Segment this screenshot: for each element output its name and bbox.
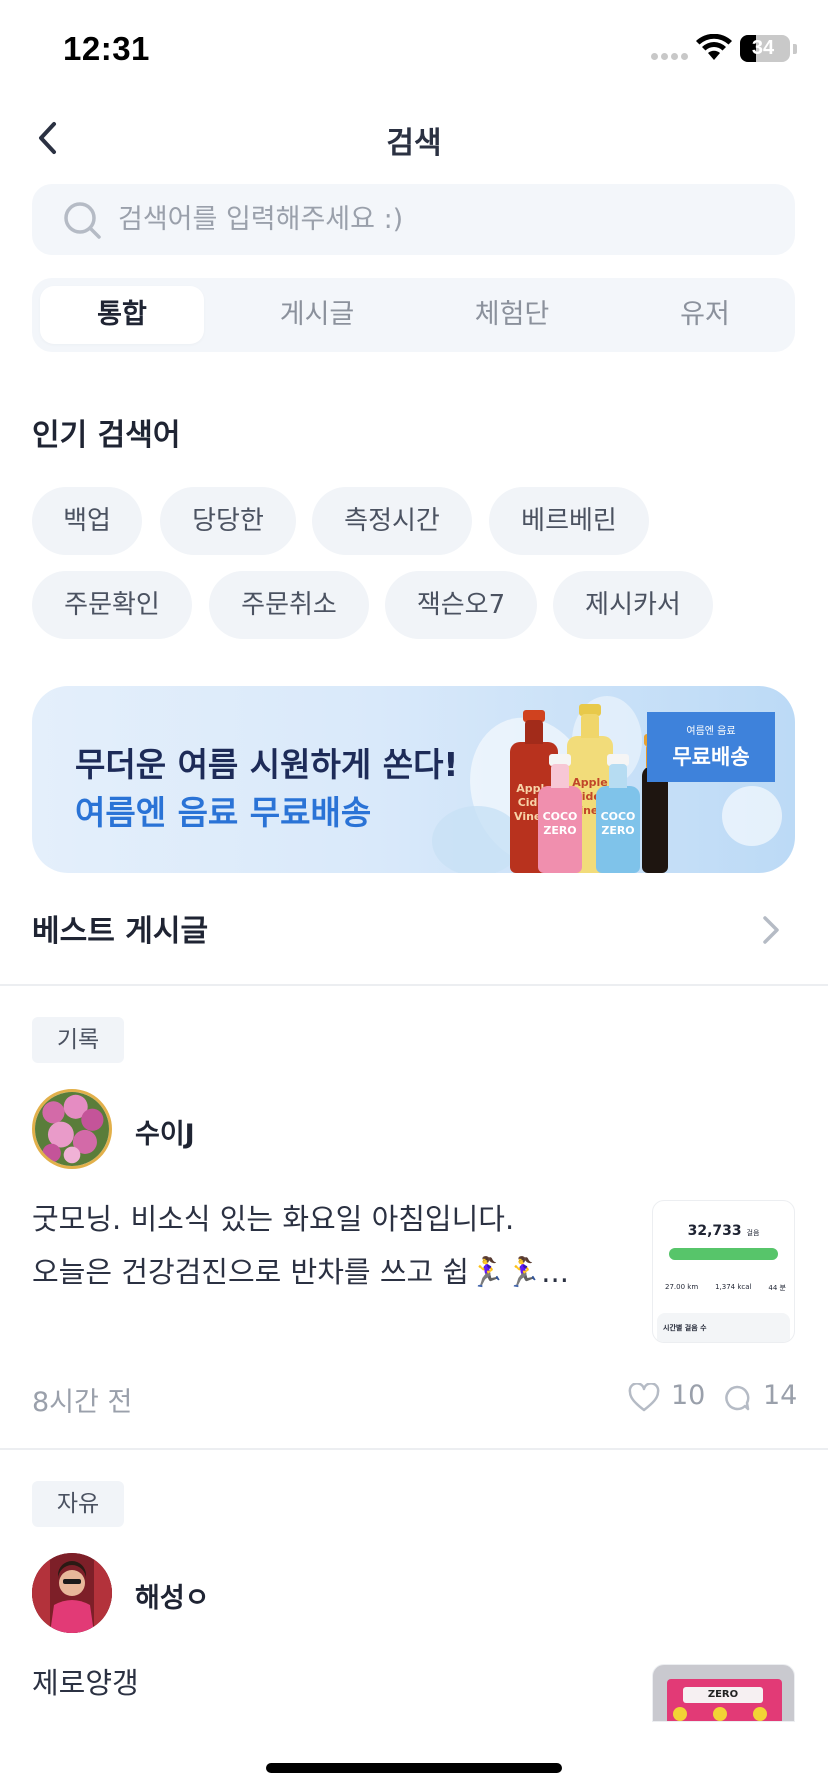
divider — [0, 984, 828, 986]
bottle-image: COCO ZERO — [596, 754, 640, 873]
chevron-right-icon — [763, 916, 779, 944]
best-posts-title: 베스트 게시글 — [32, 914, 209, 949]
post-time: 8시간 전 — [32, 1387, 133, 1418]
keyword-chip[interactable]: 당당한 — [160, 487, 296, 555]
thumb-distance: 27.00 km — [665, 1283, 699, 1291]
post-excerpt[interactable]: 굿모닝. 비소식 있는 화요일 아침입니다. 오늘은 건강검진으로 반차를 쓰고… — [32, 1193, 569, 1299]
status-time: 12:31 — [63, 30, 150, 67]
keyword-chip[interactable]: 주문취소 — [209, 571, 369, 639]
tab-posts[interactable]: 게시글 — [235, 286, 399, 344]
search-tabs: 통합 게시글 체험단 유저 — [32, 278, 795, 352]
thumb-calories: 1,374 kcal — [715, 1283, 752, 1291]
cellular-signal-icon — [651, 53, 688, 60]
keyword-chip[interactable]: 베르베린 — [489, 487, 649, 555]
steps-progress-bar — [669, 1248, 778, 1260]
keyword-chip[interactable]: 측정시간 — [312, 487, 472, 555]
search-box[interactable] — [32, 184, 795, 255]
bottle-image: COCO ZERO — [538, 754, 582, 873]
post-thumbnail[interactable]: 32,733 걸음 27.00 km 1,374 kcal 44 분 시간별 걸… — [652, 1200, 795, 1343]
post-author[interactable]: 수이J — [135, 1112, 195, 1151]
post-thumbnail[interactable]: ZERO — [652, 1664, 795, 1722]
thumb-steps: 32,733 — [687, 1223, 742, 1239]
keyword-chip[interactable]: 잭슨오7 — [385, 571, 537, 639]
steps-progress-fill — [669, 1248, 778, 1260]
post-text-line: 굿모닝. 비소식 있는 화요일 아침입니다. — [32, 1202, 515, 1236]
thumb-caption: 시간별 걸음 수 — [663, 1324, 707, 1332]
keyword-chip[interactable]: 제시카서 — [553, 571, 713, 639]
popular-keywords-title: 인기 검색어 — [32, 418, 181, 453]
post-excerpt[interactable]: 제로양갱 — [32, 1657, 139, 1710]
comment-count: 14 — [763, 1380, 798, 1411]
battery-level: 34 — [751, 37, 775, 59]
divider — [0, 1448, 828, 1450]
best-posts-header[interactable]: 베스트 게시글 — [0, 900, 828, 960]
promo-banner[interactable]: 무더운 여름 시원하게 쏜다! 여름엔 음료 무료배송 Apple Cider … — [32, 686, 795, 873]
flowers-photo — [35, 1092, 109, 1166]
banner-headline: 무더운 여름 시원하게 쏜다! — [75, 745, 459, 784]
home-indicator — [266, 1763, 562, 1773]
thumb-duration: 44 분 — [768, 1284, 786, 1292]
tab-integrated[interactable]: 통합 — [40, 286, 204, 344]
page-title: 검색 — [386, 126, 442, 161]
post-text-line: 오늘은 건강검진으로 반차를 쓰고 쉽🏃‍♀️🏃‍♀️... — [32, 1255, 569, 1289]
battery-icon: 34 — [740, 35, 797, 62]
post-category-tag: 기록 — [32, 1017, 124, 1063]
bottle-image — [642, 734, 668, 873]
search-input[interactable] — [118, 184, 768, 255]
avatar[interactable] — [32, 1553, 112, 1633]
search-icon — [64, 202, 101, 239]
post-category-tag: 자유 — [32, 1481, 124, 1527]
banner-subheadline: 여름엔 음료 무료배송 — [75, 793, 372, 832]
heart-icon[interactable] — [628, 1383, 660, 1413]
thumb-product-label: ZERO — [683, 1687, 763, 1703]
person-photo — [32, 1553, 112, 1633]
tab-experience-group[interactable]: 체험단 — [430, 286, 594, 344]
free-shipping-badge: 여름엔 음료 무료배송 — [647, 712, 775, 782]
avatar[interactable] — [32, 1089, 112, 1169]
keyword-chip[interactable]: 주문확인 — [32, 571, 192, 639]
post-text-line: 제로양갱 — [32, 1666, 139, 1700]
wifi-icon — [696, 34, 732, 60]
tab-users[interactable]: 유저 — [623, 286, 787, 344]
comment-icon[interactable] — [723, 1384, 751, 1412]
status-bar: 12:31 34 — [0, 0, 828, 100]
keyword-chip[interactable]: 백업 — [32, 487, 142, 555]
thumb-steps-unit: 걸음 — [746, 1229, 760, 1237]
post-author[interactable]: 해성ㅇ — [135, 1576, 210, 1615]
like-count: 10 — [671, 1380, 706, 1411]
